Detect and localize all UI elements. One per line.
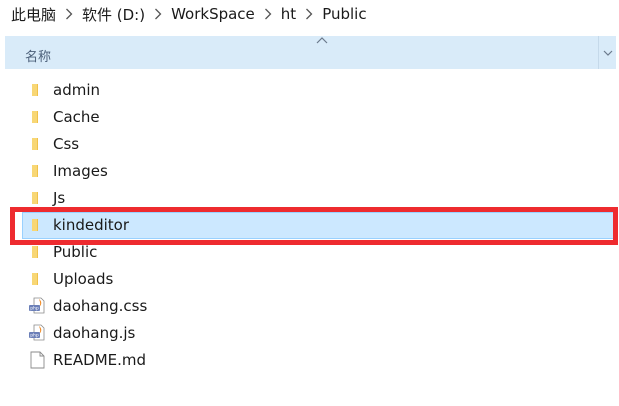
column-header-row: 名称 <box>5 36 616 69</box>
chevron-right-icon[interactable] <box>257 4 279 24</box>
file-name: Cache <box>53 108 100 126</box>
breadcrumb-item-drive-d[interactable]: 软件 (D:) <box>80 4 147 25</box>
sort-ascending-icon <box>316 37 328 44</box>
list-item[interactable]: Public <box>22 239 616 266</box>
php-file-icon: php <box>29 297 45 314</box>
list-item[interactable]: Css <box>22 131 616 158</box>
php-file-icon: php <box>29 324 45 341</box>
breadcrumb-item-workspace[interactable]: WorkSpace <box>169 5 257 23</box>
column-dropdown-button[interactable] <box>598 36 616 69</box>
folder-icon <box>32 138 38 150</box>
list-item[interactable]: Images <box>22 158 616 185</box>
folder-icon <box>32 84 38 96</box>
list-item[interactable]: Js <box>22 185 616 212</box>
folder-icon <box>32 219 38 231</box>
list-item[interactable]: admin <box>22 77 616 104</box>
list-item[interactable]: Uploads <box>22 266 616 293</box>
chevron-down-icon <box>603 50 612 56</box>
file-name: Images <box>53 162 108 180</box>
svg-text:php: php <box>30 333 39 339</box>
folder-icon <box>32 246 38 258</box>
chevron-right-icon[interactable] <box>298 4 320 24</box>
file-name: Css <box>53 135 80 153</box>
svg-text:php: php <box>30 306 39 312</box>
file-name: Js <box>53 189 66 207</box>
name-column-header[interactable]: 名称 <box>25 46 51 65</box>
list-item[interactable]: php daohang.css <box>22 293 616 320</box>
chevron-right-icon[interactable] <box>58 4 80 24</box>
file-name: README.md <box>53 351 147 369</box>
list-item-selected[interactable]: kindeditor <box>22 212 616 239</box>
breadcrumb: 此电脑 软件 (D:) WorkSpace ht Public <box>0 0 619 28</box>
folder-icon <box>32 192 38 204</box>
file-name: kindeditor <box>53 216 130 234</box>
breadcrumb-item-this-pc[interactable]: 此电脑 <box>9 4 58 25</box>
blank-file-icon <box>30 351 45 369</box>
list-item[interactable]: Cache <box>22 104 616 131</box>
breadcrumb-item-ht[interactable]: ht <box>279 5 298 23</box>
file-name: admin <box>53 81 100 99</box>
folder-icon <box>32 165 38 177</box>
file-name: Public <box>53 243 98 261</box>
folder-icon <box>32 273 38 285</box>
list-item[interactable]: README.md <box>22 347 616 374</box>
chevron-right-icon[interactable] <box>147 4 169 24</box>
file-name: daohang.css <box>53 297 148 315</box>
breadcrumb-item-public[interactable]: Public <box>320 5 368 23</box>
file-name: Uploads <box>53 270 114 288</box>
folder-icon <box>32 111 38 123</box>
file-name: daohang.js <box>53 324 136 342</box>
list-item[interactable]: php daohang.js <box>22 320 616 347</box>
